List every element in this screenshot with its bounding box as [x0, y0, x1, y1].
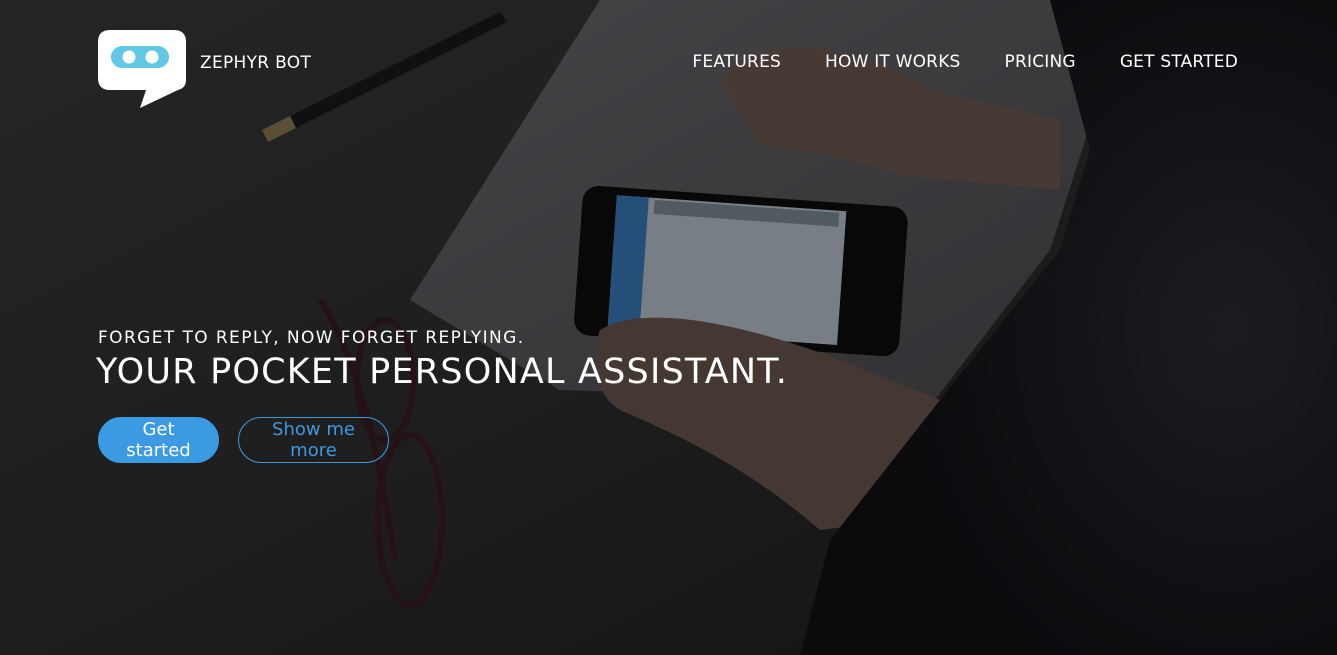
nav-link-get-started[interactable]: GET STARTED	[1120, 52, 1238, 72]
hero-tagline: FORGET TO REPLY, NOW FORGET REPLYING.	[98, 328, 525, 348]
get-started-button[interactable]: Get started	[98, 417, 219, 463]
nav-link-how-it-works[interactable]: HOW IT WORKS	[825, 52, 961, 72]
chat-bot-icon	[98, 30, 186, 108]
hero-headline: YOUR POCKET PERSONAL ASSISTANT.	[96, 352, 789, 392]
hero-cta-group: Get started Show me more	[98, 417, 389, 463]
brand-name: ZEPHYR BOT	[200, 53, 312, 73]
brand[interactable]: ZEPHYR BOT	[98, 30, 311, 110]
hero-section: ZEPHYR BOT FEATURES HOW IT WORKS PRICING…	[0, 0, 1337, 655]
nav-link-features[interactable]: FEATURES	[692, 52, 781, 72]
show-me-more-button[interactable]: Show me more	[238, 417, 389, 463]
nav-link-pricing[interactable]: PRICING	[1005, 52, 1076, 72]
main-nav: FEATURES HOW IT WORKS PRICING GET STARTE…	[692, 52, 1238, 72]
